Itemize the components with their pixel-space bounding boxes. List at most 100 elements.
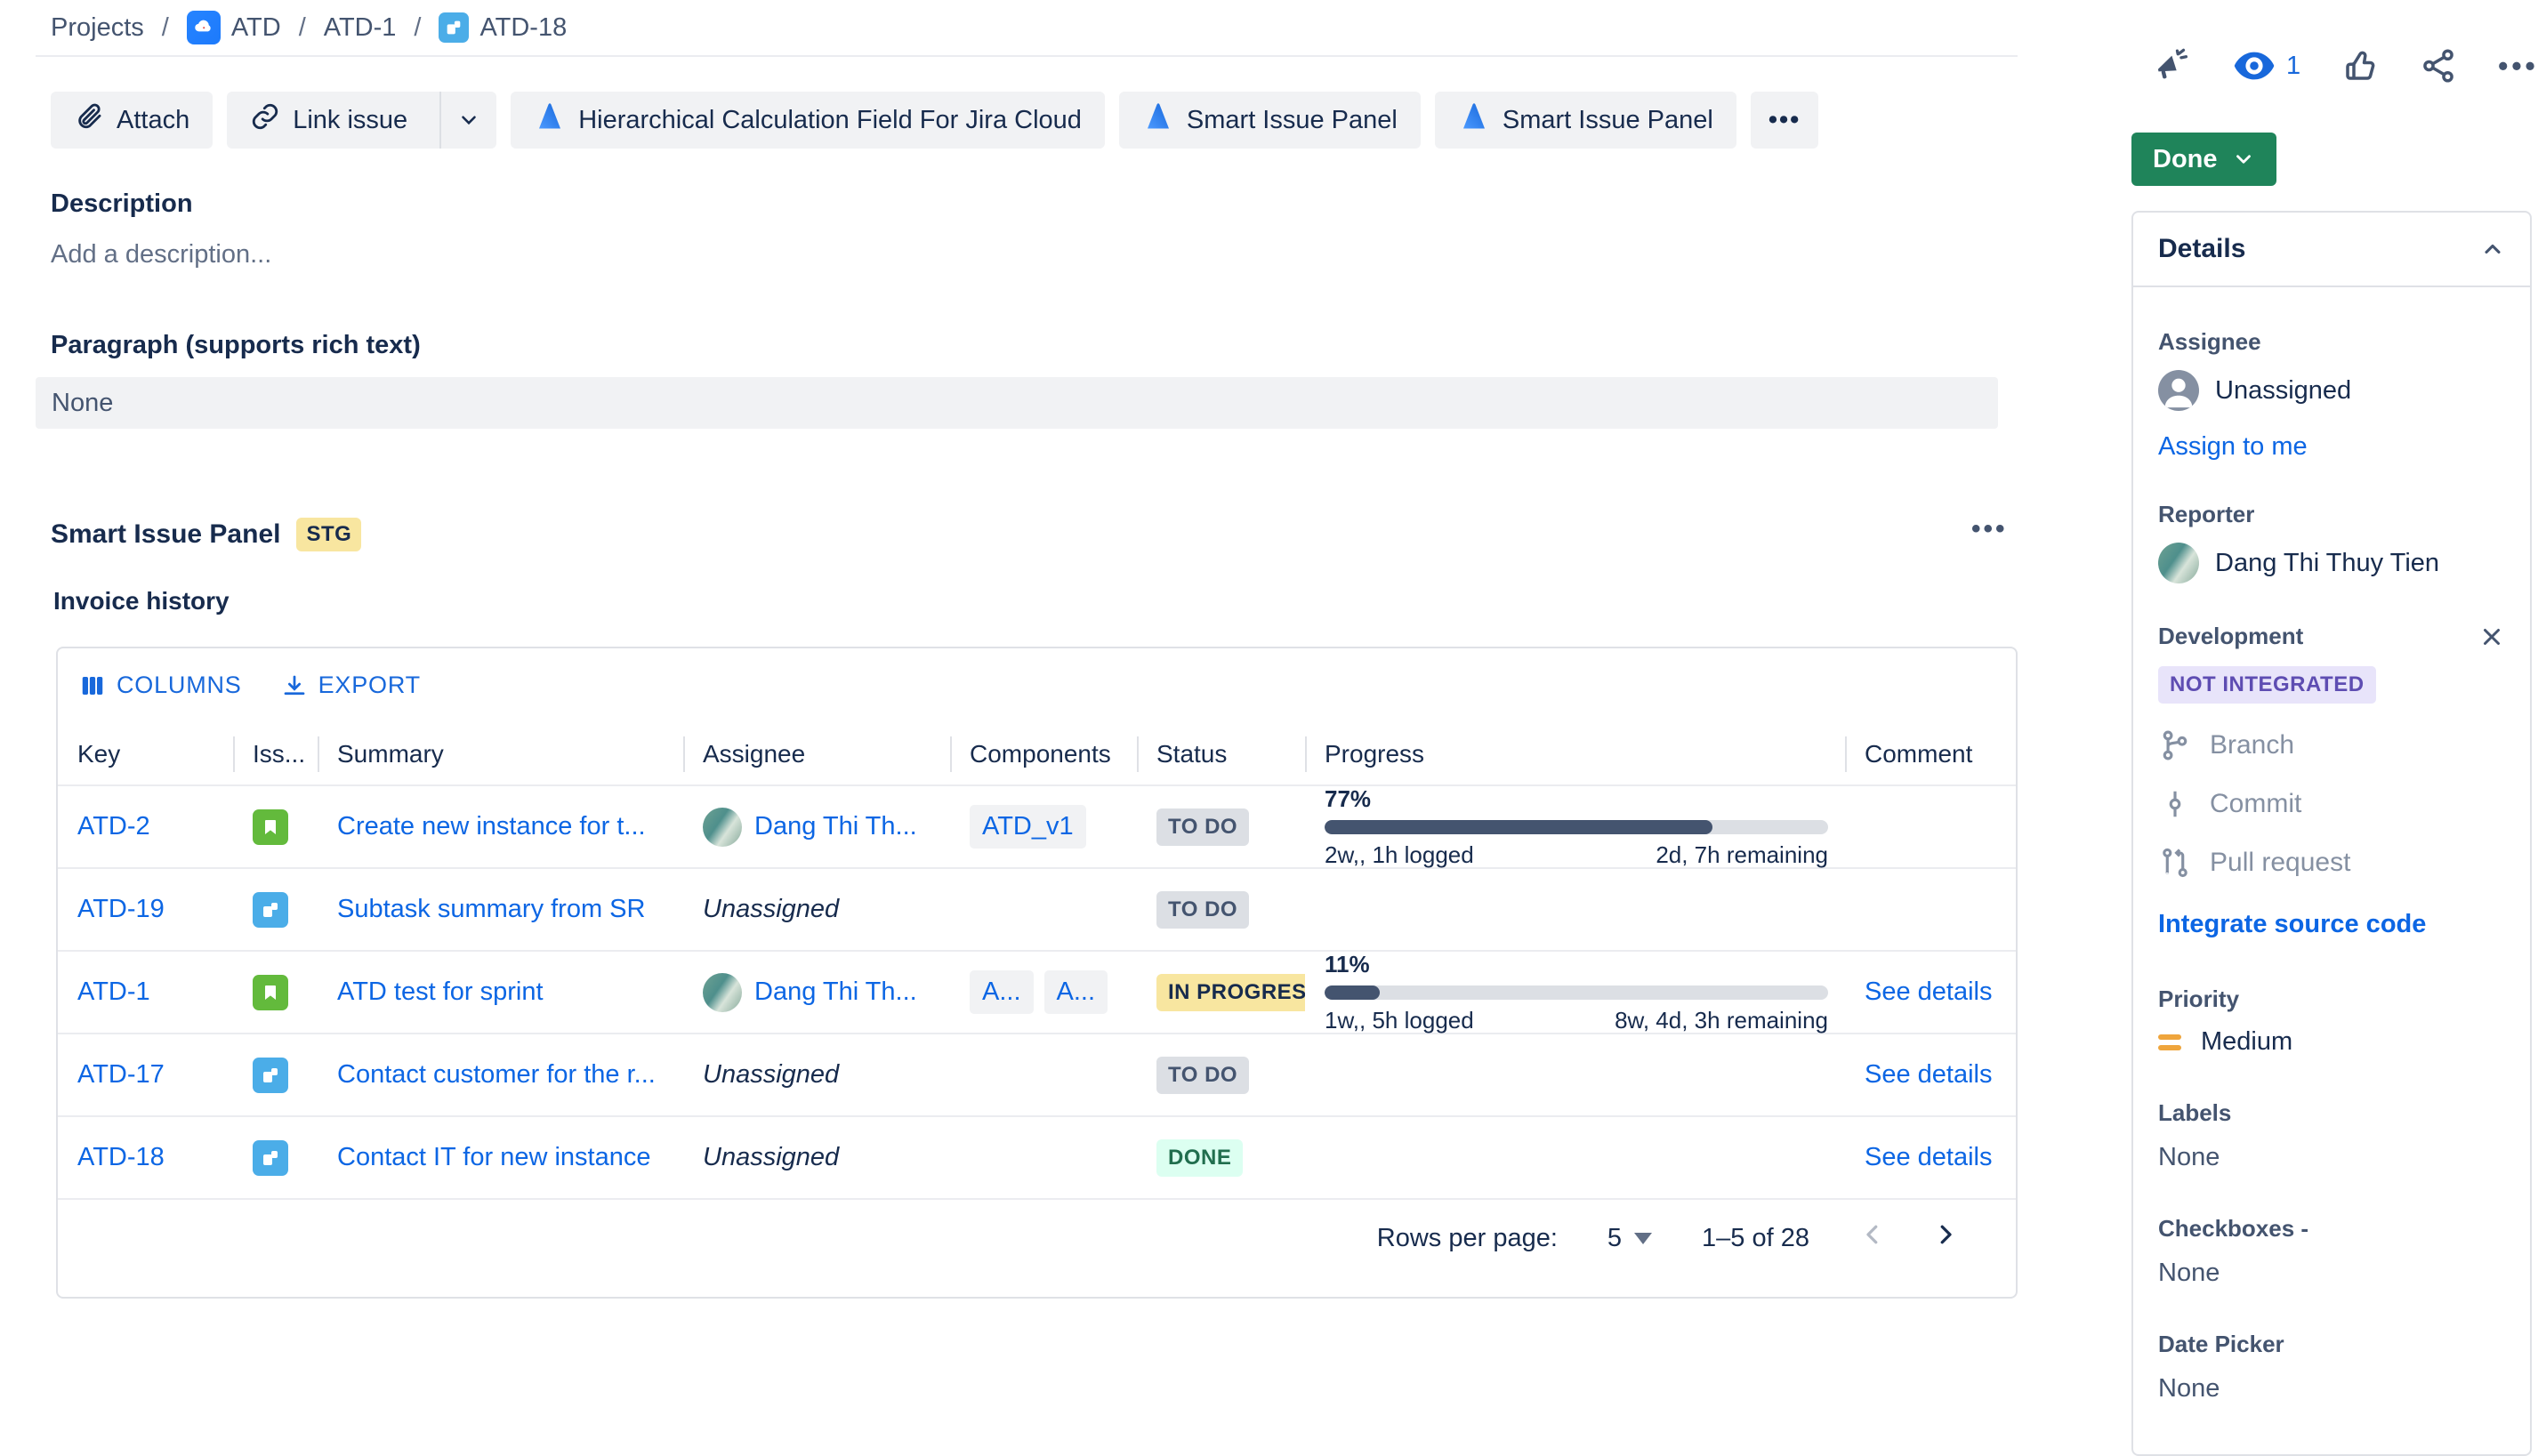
assignee-unassigned: Unassigned (703, 1060, 839, 1089)
paragraph-field-value[interactable]: None (36, 377, 1998, 429)
checkboxes-value[interactable]: None (2158, 1259, 2505, 1288)
assignee-link[interactable]: Dang Thi Th... (754, 812, 917, 841)
pagination-range: 1–5 of 28 (1702, 1224, 1809, 1253)
progress-remaining: 8w, 4d, 3h remaining (1615, 1007, 1828, 1034)
table-pagination: Rows per page: 5 1–5 of 28 (58, 1198, 2016, 1276)
unassigned-avatar-icon (2158, 370, 2199, 411)
rows-per-page-label: Rows per page: (1377, 1224, 1558, 1253)
priority-value[interactable]: Medium (2158, 1027, 2505, 1057)
breadcrumb-parent-issue[interactable]: ATD-1 (324, 13, 397, 43)
priority-label: Priority (2158, 985, 2505, 1013)
col-header-status[interactable]: Status (1137, 724, 1305, 784)
subtask-type-icon (253, 1058, 288, 1093)
attach-button[interactable]: Attach (51, 92, 213, 149)
link-issue-dropdown[interactable] (439, 92, 496, 149)
date-picker-value[interactable]: None (2158, 1374, 2505, 1404)
next-page-button[interactable] (1932, 1221, 1959, 1255)
columns-button[interactable]: COLUMNS (79, 672, 242, 699)
feedback-megaphone-icon[interactable] (2153, 46, 2192, 85)
link-issue-main[interactable]: Link issue (227, 101, 427, 139)
breadcrumb-current-issue[interactable]: ATD-18 (439, 12, 567, 43)
component-chip[interactable]: ATD_v1 (970, 805, 1086, 849)
issue-key-link[interactable]: ATD-18 (77, 1143, 165, 1171)
col-header-assignee[interactable]: Assignee (683, 724, 950, 784)
issue-key-link[interactable]: ATD-1 (77, 977, 150, 1006)
issue-key-link[interactable]: ATD-17 (77, 1060, 165, 1089)
atlassian-app-icon (1142, 101, 1174, 140)
assignee-unassigned: Unassigned (703, 1143, 839, 1171)
table-header-row: Key Iss... Summary Assignee Components S… (58, 724, 2016, 784)
watch-button[interactable]: 1 (2233, 50, 2300, 82)
rows-per-page-select[interactable]: 5 (1607, 1224, 1652, 1253)
status-badge: TO DO (1156, 891, 1249, 929)
export-button[interactable]: EXPORT (281, 672, 421, 699)
jira-issue-page: Projects / ATD / ATD-1 / ATD-18 Attach (0, 0, 2546, 1405)
breadcrumb-label: ATD-18 (479, 13, 567, 43)
details-panel: Details Assignee Unassigned Assign to me… (2131, 211, 2532, 1456)
col-header-issuetype[interactable]: Iss... (233, 724, 318, 784)
status-badge: DONE (1156, 1139, 1243, 1177)
link-issue-button[interactable]: Link issue (227, 92, 496, 149)
app-button-smart-issue-panel-2[interactable]: Smart Issue Panel (1435, 92, 1736, 149)
summary-link[interactable]: Contact IT for new instance (337, 1143, 683, 1172)
assignee-link[interactable]: Dang Thi Th... (754, 977, 917, 1007)
project-cloud-icon (187, 11, 221, 44)
labels-value[interactable]: None (2158, 1143, 2505, 1172)
col-header-progress[interactable]: Progress (1305, 724, 1845, 784)
vote-thumbs-up-icon[interactable] (2341, 47, 2379, 84)
comment-link[interactable]: See details (1865, 977, 1993, 1006)
table-row: ATD-17 Contact customer for the r... Una… (58, 1033, 2016, 1115)
breadcrumb-separator: / (299, 13, 306, 43)
status-transition-button[interactable]: Done (2131, 133, 2276, 186)
issue-more-button[interactable]: ••• (2498, 50, 2539, 83)
progress-indicator: 77% 2w,, 1h logged2d, 7h remaining (1325, 785, 1828, 869)
summary-link[interactable]: Create new instance for t... (337, 812, 683, 841)
details-panel-header[interactable]: Details (2133, 213, 2530, 287)
comment-link[interactable]: See details (1865, 1060, 1993, 1089)
dropdown-arrow-icon (1634, 1233, 1652, 1244)
app-button-smart-issue-panel-1[interactable]: Smart Issue Panel (1119, 92, 1421, 149)
breadcrumb-projects[interactable]: Projects (51, 13, 144, 43)
issue-key-link[interactable]: ATD-2 (77, 812, 150, 841)
app-button-label: Smart Issue Panel (1503, 106, 1713, 135)
rows-per-page-value: 5 (1607, 1224, 1622, 1253)
progress-percent: 11% (1325, 951, 1828, 978)
summary-link[interactable]: Subtask summary from SR (337, 895, 683, 924)
comment-link[interactable]: See details (1865, 1143, 1993, 1171)
summary-link[interactable]: Contact customer for the r... (337, 1060, 683, 1090)
issue-key-link[interactable]: ATD-19 (77, 895, 165, 923)
avatar (703, 808, 742, 847)
status-badge: IN PROGRESS (1156, 974, 1305, 1011)
reporter-value[interactable]: Dang Thi Thuy Tien (2158, 543, 2505, 583)
col-header-summary[interactable]: Summary (318, 724, 683, 784)
summary-link[interactable]: ATD test for sprint (337, 977, 683, 1007)
details-title: Details (2158, 234, 2245, 264)
toolbar-more-button[interactable]: ••• (1751, 92, 1818, 149)
breadcrumb-project-atd[interactable]: ATD (187, 11, 281, 44)
col-header-key[interactable]: Key (58, 724, 233, 784)
branch-icon (2158, 728, 2192, 762)
app-button-hierarchical-calc[interactable]: Hierarchical Calculation Field For Jira … (511, 92, 1105, 149)
close-icon[interactable] (2478, 623, 2505, 650)
subtask-type-icon (253, 1140, 288, 1176)
paragraph-none-label: None (52, 389, 113, 418)
issue-action-icons: 1 ••• (2153, 46, 2539, 85)
subtask-type-icon (253, 892, 288, 928)
assignee-value[interactable]: Unassigned (2158, 370, 2505, 411)
branch-label: Branch (2210, 730, 2294, 760)
description-placeholder[interactable]: Add a description... (51, 240, 271, 269)
previous-page-button[interactable] (1859, 1221, 1886, 1255)
breadcrumb: Projects / ATD / ATD-1 / ATD-18 (51, 11, 567, 44)
integrate-source-code-link[interactable]: Integrate source code (2158, 910, 2505, 939)
col-header-components[interactable]: Components (950, 724, 1137, 784)
share-icon[interactable] (2420, 47, 2457, 84)
col-header-comment[interactable]: Comment (1845, 724, 2016, 784)
table-row: ATD-1 ATD test for sprint Dang Thi Th...… (58, 950, 2016, 1033)
component-chip[interactable]: A... (970, 970, 1034, 1014)
download-icon (281, 672, 308, 699)
component-chip[interactable]: A... (1044, 970, 1108, 1014)
panel-more-button[interactable]: ••• (1971, 514, 2008, 544)
assign-to-me-link[interactable]: Assign to me (2158, 432, 2505, 462)
commit-item: Commit (2158, 787, 2505, 821)
link-issue-label: Link issue (293, 106, 407, 135)
